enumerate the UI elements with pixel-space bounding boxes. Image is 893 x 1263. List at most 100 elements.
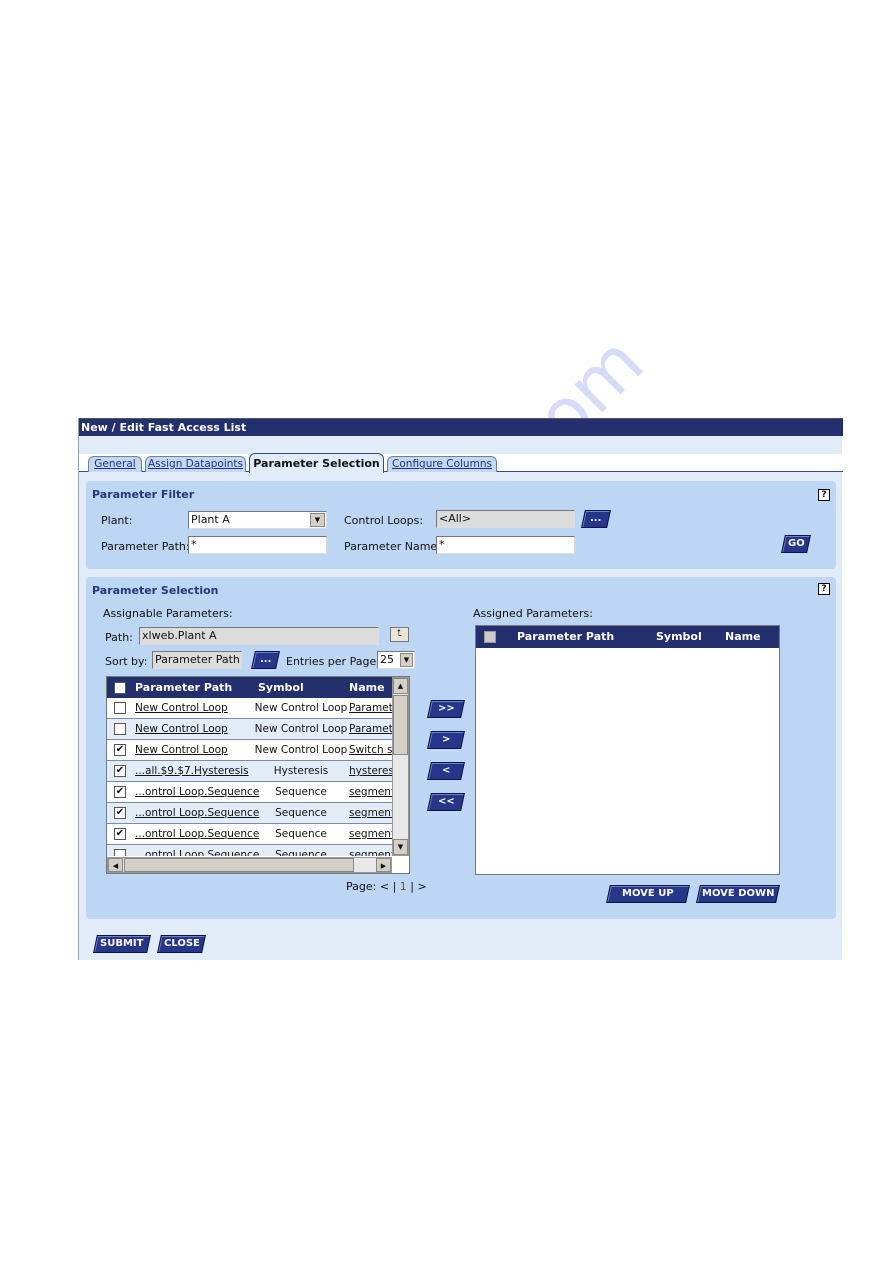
column-header-symbol[interactable]: Symbol xyxy=(258,681,304,694)
row-checkbox[interactable] xyxy=(114,723,126,735)
control-loops-browse-button[interactable]: ... xyxy=(581,510,611,528)
scroll-down-icon[interactable]: ▼ xyxy=(393,839,408,855)
column-header-path[interactable]: Parameter Path xyxy=(135,681,232,694)
pager-label: Page: xyxy=(346,880,377,893)
filter-title: Parameter Filter xyxy=(92,488,195,501)
table-row[interactable]: New Control Loop New Control Loop Parame… xyxy=(107,698,392,719)
row-checkbox[interactable]: ✔ xyxy=(114,807,126,819)
close-button[interactable]: CLOSE xyxy=(157,935,206,953)
sort-by-field: Parameter Path xyxy=(152,651,242,669)
table-row[interactable]: ✔ ...ontrol Loop.Sequence Sequence segme… xyxy=(107,824,392,845)
tab-parameter-selection[interactable]: Parameter Selection xyxy=(249,453,384,473)
parameter-name-input[interactable]: * xyxy=(436,536,575,554)
help-icon[interactable]: ? xyxy=(818,489,830,501)
table-row[interactable]: New Control Loop New Control Loop Parame… xyxy=(107,719,392,740)
row-checkbox[interactable]: ✔ xyxy=(114,744,126,756)
add-all-button[interactable]: >> xyxy=(427,700,465,718)
vertical-scrollbar[interactable]: ▲ ▼ xyxy=(392,677,409,856)
add-button[interactable]: > xyxy=(427,731,465,749)
chevron-down-icon[interactable]: ▼ xyxy=(400,653,413,667)
move-down-button[interactable]: MOVE DOWN xyxy=(696,885,780,903)
name-link[interactable]: hysteres xyxy=(349,761,392,781)
column-header-name[interactable]: Name xyxy=(349,681,385,694)
row-checkbox[interactable]: ✔ xyxy=(114,786,126,798)
parameter-path-link[interactable]: New Control Loop xyxy=(135,719,228,739)
parameter-path-link[interactable]: ...all.$9.$7.Hysteresis xyxy=(135,761,249,781)
prev-page-link[interactable]: < xyxy=(380,880,389,893)
table-row[interactable]: ✔ New Control Loop New Control Loop Swit… xyxy=(107,740,392,761)
name-link[interactable]: segment xyxy=(349,803,392,823)
tab-general[interactable]: General xyxy=(88,456,142,472)
name-link[interactable]: segment xyxy=(349,845,392,856)
scroll-left-icon[interactable]: ◀ xyxy=(108,858,123,872)
path-label: Path: xyxy=(105,631,133,644)
table-row[interactable]: ✔ ...all.$9.$7.Hysteresis Hysteresis hys… xyxy=(107,761,392,782)
name-link[interactable]: segment xyxy=(349,824,392,844)
symbol-cell: New Control Loop xyxy=(254,723,348,735)
parameter-path-label: Parameter Path: xyxy=(101,540,190,553)
help-icon[interactable]: ? xyxy=(818,583,830,595)
column-header-name[interactable]: Name xyxy=(725,630,761,643)
table-row[interactable]: ✔ ...ontrol Loop.Sequence Sequence segme… xyxy=(107,782,392,803)
folder-up-icon[interactable]: ⮤ xyxy=(390,627,409,642)
sort-browse-button[interactable]: ... xyxy=(251,651,280,669)
parameter-path-link[interactable]: ...ontrol Loop.Sequence xyxy=(135,824,259,844)
name-link[interactable]: Paramete xyxy=(349,719,392,739)
submit-button[interactable]: SUBMIT xyxy=(93,935,151,953)
parameter-path-input[interactable]: * xyxy=(188,536,327,554)
table-header: Parameter Path Symbol Name xyxy=(107,677,392,698)
row-checkbox[interactable]: ✔ xyxy=(114,828,126,840)
row-checkbox[interactable]: ✔ xyxy=(114,765,126,777)
next-page-link[interactable]: > xyxy=(418,880,427,893)
select-all-checkbox[interactable] xyxy=(484,631,496,643)
tab-assign-datapoints[interactable]: Assign Datapoints xyxy=(145,456,246,472)
assignable-parameters-label: Assignable Parameters: xyxy=(103,607,233,620)
table-body: New Control Loop New Control Loop Parame… xyxy=(107,698,392,856)
column-header-path[interactable]: Parameter Path xyxy=(517,630,614,643)
parameter-path-link[interactable]: ...ontrol Loop.Sequence xyxy=(135,845,259,856)
parameter-selection-panel: Parameter Selection ? Assignable Paramet… xyxy=(86,577,836,919)
entries-per-page-label: Entries per Page: xyxy=(286,655,380,668)
remove-button[interactable]: < xyxy=(427,762,465,780)
parameter-name-label: Parameter Name: xyxy=(344,540,441,553)
tab-configure-columns[interactable]: Configure Columns xyxy=(387,456,497,472)
table-row[interactable]: ...ontrol Loop.Sequence Sequence segment xyxy=(107,845,392,856)
table-row[interactable]: ✔ ...ontrol Loop.Sequence Sequence segme… xyxy=(107,803,392,824)
control-loops-field: <All> xyxy=(436,510,575,528)
symbol-cell: Hysteresis xyxy=(273,765,329,777)
column-header-symbol[interactable]: Symbol xyxy=(656,630,702,643)
entries-value: 25 xyxy=(380,653,394,666)
horizontal-scrollbar[interactable]: ◀ ▶ xyxy=(107,857,392,873)
name-link[interactable]: segment xyxy=(349,782,392,802)
go-button[interactable]: GO xyxy=(781,535,811,553)
plant-select[interactable]: Plant A ▼ xyxy=(188,511,327,529)
parameter-path-link[interactable]: ...ontrol Loop.Sequence xyxy=(135,803,259,823)
remove-all-button[interactable]: << xyxy=(427,793,465,811)
scroll-thumb[interactable] xyxy=(393,695,408,755)
entries-per-page-select[interactable]: 25 ▼ xyxy=(377,651,415,669)
move-up-button[interactable]: MOVE UP xyxy=(606,885,690,903)
select-all-checkbox[interactable] xyxy=(114,682,126,694)
selection-title: Parameter Selection xyxy=(92,584,219,597)
scroll-up-icon[interactable]: ▲ xyxy=(393,678,408,694)
chevron-down-icon[interactable]: ▼ xyxy=(310,513,325,527)
plant-value: Plant A xyxy=(191,513,230,526)
scroll-thumb[interactable] xyxy=(124,858,354,872)
scroll-right-icon[interactable]: ▶ xyxy=(376,858,391,872)
symbol-cell: Sequence xyxy=(275,807,327,819)
window-title: New / Edit Fast Access List xyxy=(79,418,843,436)
symbol-cell: Sequence xyxy=(275,786,327,798)
name-link[interactable]: Switch se xyxy=(349,740,392,760)
plant-label: Plant: xyxy=(101,514,133,527)
parameter-path-link[interactable]: ...ontrol Loop.Sequence xyxy=(135,782,259,802)
parameter-path-link[interactable]: New Control Loop xyxy=(135,740,228,760)
symbol-cell: Sequence xyxy=(275,828,327,840)
pager: Page: < | 1 | > xyxy=(346,880,427,893)
name-link[interactable]: Paramete xyxy=(349,698,392,718)
assignable-parameters-table: Parameter Path Symbol Name New Control L… xyxy=(106,676,410,874)
assigned-parameters-label: Assigned Parameters: xyxy=(473,607,593,620)
row-checkbox[interactable] xyxy=(114,702,126,714)
row-checkbox[interactable] xyxy=(114,849,126,856)
parameter-path-link[interactable]: New Control Loop xyxy=(135,698,228,718)
symbol-cell: New Control Loop xyxy=(254,702,348,714)
